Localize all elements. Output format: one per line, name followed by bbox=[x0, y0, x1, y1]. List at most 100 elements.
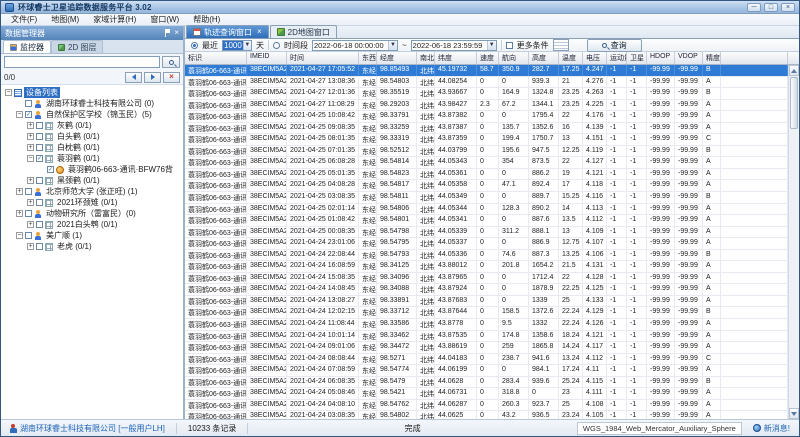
table-cell[interactable]: -1 bbox=[627, 400, 647, 411]
table-cell[interactable]: 98.54774 bbox=[377, 365, 417, 376]
table-cell[interactable]: -1 bbox=[607, 411, 627, 419]
table-cell[interactable]: 4.176 bbox=[583, 111, 607, 122]
table-cell[interactable]: 43.87683 bbox=[435, 296, 477, 307]
table-cell[interactable]: -99.99 bbox=[647, 365, 675, 376]
column-header-12[interactable]: 运动量 bbox=[607, 52, 627, 64]
tree-item-7[interactable]: ✓蓑羽鹤06-663-通讯·BFW76背 bbox=[1, 164, 183, 175]
table-cell[interactable]: -1 bbox=[607, 365, 627, 376]
table-cell[interactable]: 蓑羽鹤06-663-通讯·BFW76背 bbox=[185, 365, 247, 376]
table-cell[interactable]: 2021-04-25 02:01:14 bbox=[287, 204, 359, 215]
table-cell[interactable]: 2021-04-24 04:08:10 bbox=[287, 400, 359, 411]
table-row[interactable]: 蓑羽鹤06-663-通讯·BFW76背38ECIM5A22021-04-24 1… bbox=[185, 331, 788, 343]
table-cell[interactable]: -1 bbox=[607, 400, 627, 411]
table-cell[interactable]: 38ECIM5A2 bbox=[247, 296, 287, 307]
table-cell[interactable]: 北纬 bbox=[417, 342, 435, 353]
table-cell[interactable]: -1 bbox=[607, 123, 627, 134]
table-cell[interactable]: 0 bbox=[477, 204, 499, 215]
table-cell[interactable]: -99.99 bbox=[675, 157, 703, 168]
table-cell[interactable]: 38ECIM5A2 bbox=[247, 273, 287, 284]
menu-item-3[interactable]: 窗口(W) bbox=[143, 14, 186, 25]
table-cell[interactable]: 0 bbox=[499, 169, 529, 180]
table-cell[interactable]: 蓑羽鹤06-663-通讯·BFW76背 bbox=[185, 261, 247, 272]
table-cell[interactable]: 0 bbox=[477, 273, 499, 284]
table-cell[interactable]: 4.119 bbox=[583, 146, 607, 157]
tree-item-6[interactable]: −✓蓑羽鹤 (0/1) bbox=[1, 153, 183, 164]
table-cell[interactable]: -99.99 bbox=[647, 307, 675, 318]
table-cell[interactable]: -1 bbox=[627, 227, 647, 238]
table-cell[interactable]: 44.05337 bbox=[435, 238, 477, 249]
table-cell[interactable]: 蓑羽鹤06-663-通讯·BFW76背 bbox=[185, 157, 247, 168]
table-cell[interactable]: -99.99 bbox=[675, 65, 703, 76]
table-cell[interactable]: 东经 bbox=[359, 77, 377, 88]
table-cell[interactable]: 北纬 bbox=[417, 261, 435, 272]
table-cell[interactable]: 4.247 bbox=[583, 65, 607, 76]
table-cell[interactable]: -1 bbox=[607, 65, 627, 76]
tree-checkbox[interactable]: ✓ bbox=[25, 111, 32, 118]
table-cell[interactable]: -1 bbox=[627, 77, 647, 88]
table-cell[interactable]: 199.4 bbox=[499, 134, 529, 145]
table-row[interactable]: 蓑羽鹤06-663-通讯·BFW76背38ECIM5A22021-04-24 0… bbox=[185, 377, 788, 389]
table-cell[interactable]: 蓑羽鹤06-663-通讯·BFW76背 bbox=[185, 238, 247, 249]
table-cell[interactable]: 43.87965 bbox=[435, 273, 477, 284]
tree-checkbox[interactable] bbox=[25, 188, 32, 195]
table-cell[interactable]: 东经 bbox=[359, 400, 377, 411]
table-cell[interactable]: -1 bbox=[627, 284, 647, 295]
table-row[interactable]: 蓑羽鹤06-663-通讯·BFW76背38ECIM5A22021-04-24 2… bbox=[185, 250, 788, 262]
column-header-6[interactable]: 纬度 bbox=[435, 52, 477, 64]
table-cell[interactable]: -99.99 bbox=[675, 77, 703, 88]
table-cell[interactable]: -99.99 bbox=[647, 388, 675, 399]
table-cell[interactable]: 4.108 bbox=[583, 400, 607, 411]
tree-checkbox[interactable] bbox=[25, 100, 32, 107]
table-cell[interactable]: 北纬 bbox=[417, 157, 435, 168]
table-cell[interactable]: 东经 bbox=[359, 284, 377, 295]
table-cell[interactable]: 98.54811 bbox=[377, 192, 417, 203]
table-cell[interactable]: 东经 bbox=[359, 365, 377, 376]
table-cell[interactable]: 43.88012 bbox=[435, 261, 477, 272]
table-cell[interactable]: 2021-04-25 08:01:35 bbox=[287, 134, 359, 145]
table-cell[interactable]: 4.263 bbox=[583, 88, 607, 99]
table-row[interactable]: 蓑羽鹤06-663-通讯·BFW76背38ECIM5A22021-04-24 0… bbox=[185, 411, 788, 419]
table-cell[interactable]: 98.54802 bbox=[377, 411, 417, 419]
table-cell[interactable]: 4.139 bbox=[583, 123, 607, 134]
table-cell[interactable]: 38ECIM5A2 bbox=[247, 77, 287, 88]
table-cell[interactable]: 蓑羽鹤06-663-通讯·BFW76背 bbox=[185, 400, 247, 411]
tree-checkbox[interactable] bbox=[36, 122, 43, 129]
column-header-13[interactable]: 卫星 bbox=[627, 52, 647, 64]
table-cell[interactable]: 17 bbox=[559, 180, 583, 191]
table-cell[interactable]: 164.9 bbox=[499, 88, 529, 99]
table-row[interactable]: 蓑羽鹤06-663-通讯·BFW76背38ECIM5A22021-04-24 0… bbox=[185, 400, 788, 412]
table-cell[interactable]: 北纬 bbox=[417, 411, 435, 419]
table-cell[interactable]: -99.99 bbox=[647, 296, 675, 307]
tree-expander-icon[interactable]: + bbox=[27, 199, 34, 206]
table-cell[interactable]: 43.87924 bbox=[435, 284, 477, 295]
table-cell[interactable]: 东经 bbox=[359, 354, 377, 365]
table-cell[interactable]: -99.99 bbox=[647, 227, 675, 238]
table-cell[interactable]: 98.34125 bbox=[377, 261, 417, 272]
scrollbar-track[interactable] bbox=[789, 76, 799, 408]
table-cell[interactable]: 44.05343 bbox=[435, 157, 477, 168]
table-cell[interactable]: 北纬 bbox=[417, 365, 435, 376]
table-cell[interactable]: B bbox=[703, 307, 721, 318]
table-cell[interactable]: 887.3 bbox=[529, 250, 559, 261]
table-cell[interactable]: 4.125 bbox=[583, 284, 607, 295]
table-cell[interactable]: -99.99 bbox=[675, 400, 703, 411]
table-cell[interactable]: -99.99 bbox=[675, 319, 703, 330]
table-cell[interactable]: -1 bbox=[607, 180, 627, 191]
table-cell[interactable]: 98.54793 bbox=[377, 250, 417, 261]
table-cell[interactable]: 283.4 bbox=[499, 377, 529, 388]
tree-checkbox[interactable] bbox=[36, 243, 43, 250]
tree-expander-icon[interactable]: − bbox=[5, 89, 12, 96]
table-cell[interactable]: -1 bbox=[627, 192, 647, 203]
table-cell[interactable]: -99.99 bbox=[647, 192, 675, 203]
table-cell[interactable]: B bbox=[703, 250, 721, 261]
table-cell[interactable]: -1 bbox=[627, 273, 647, 284]
table-cell[interactable]: A bbox=[703, 169, 721, 180]
table-cell[interactable]: A bbox=[703, 77, 721, 88]
table-cell[interactable]: -99.99 bbox=[647, 146, 675, 157]
table-cell[interactable]: -99.99 bbox=[675, 342, 703, 353]
table-cell[interactable]: 蓑羽鹤06-663-通讯·BFW76背 bbox=[185, 250, 247, 261]
column-header-7[interactable]: 速度 bbox=[477, 52, 499, 64]
scroll-down-button[interactable] bbox=[789, 408, 799, 419]
table-cell[interactable]: -1 bbox=[607, 227, 627, 238]
table-cell[interactable]: -1 bbox=[607, 88, 627, 99]
